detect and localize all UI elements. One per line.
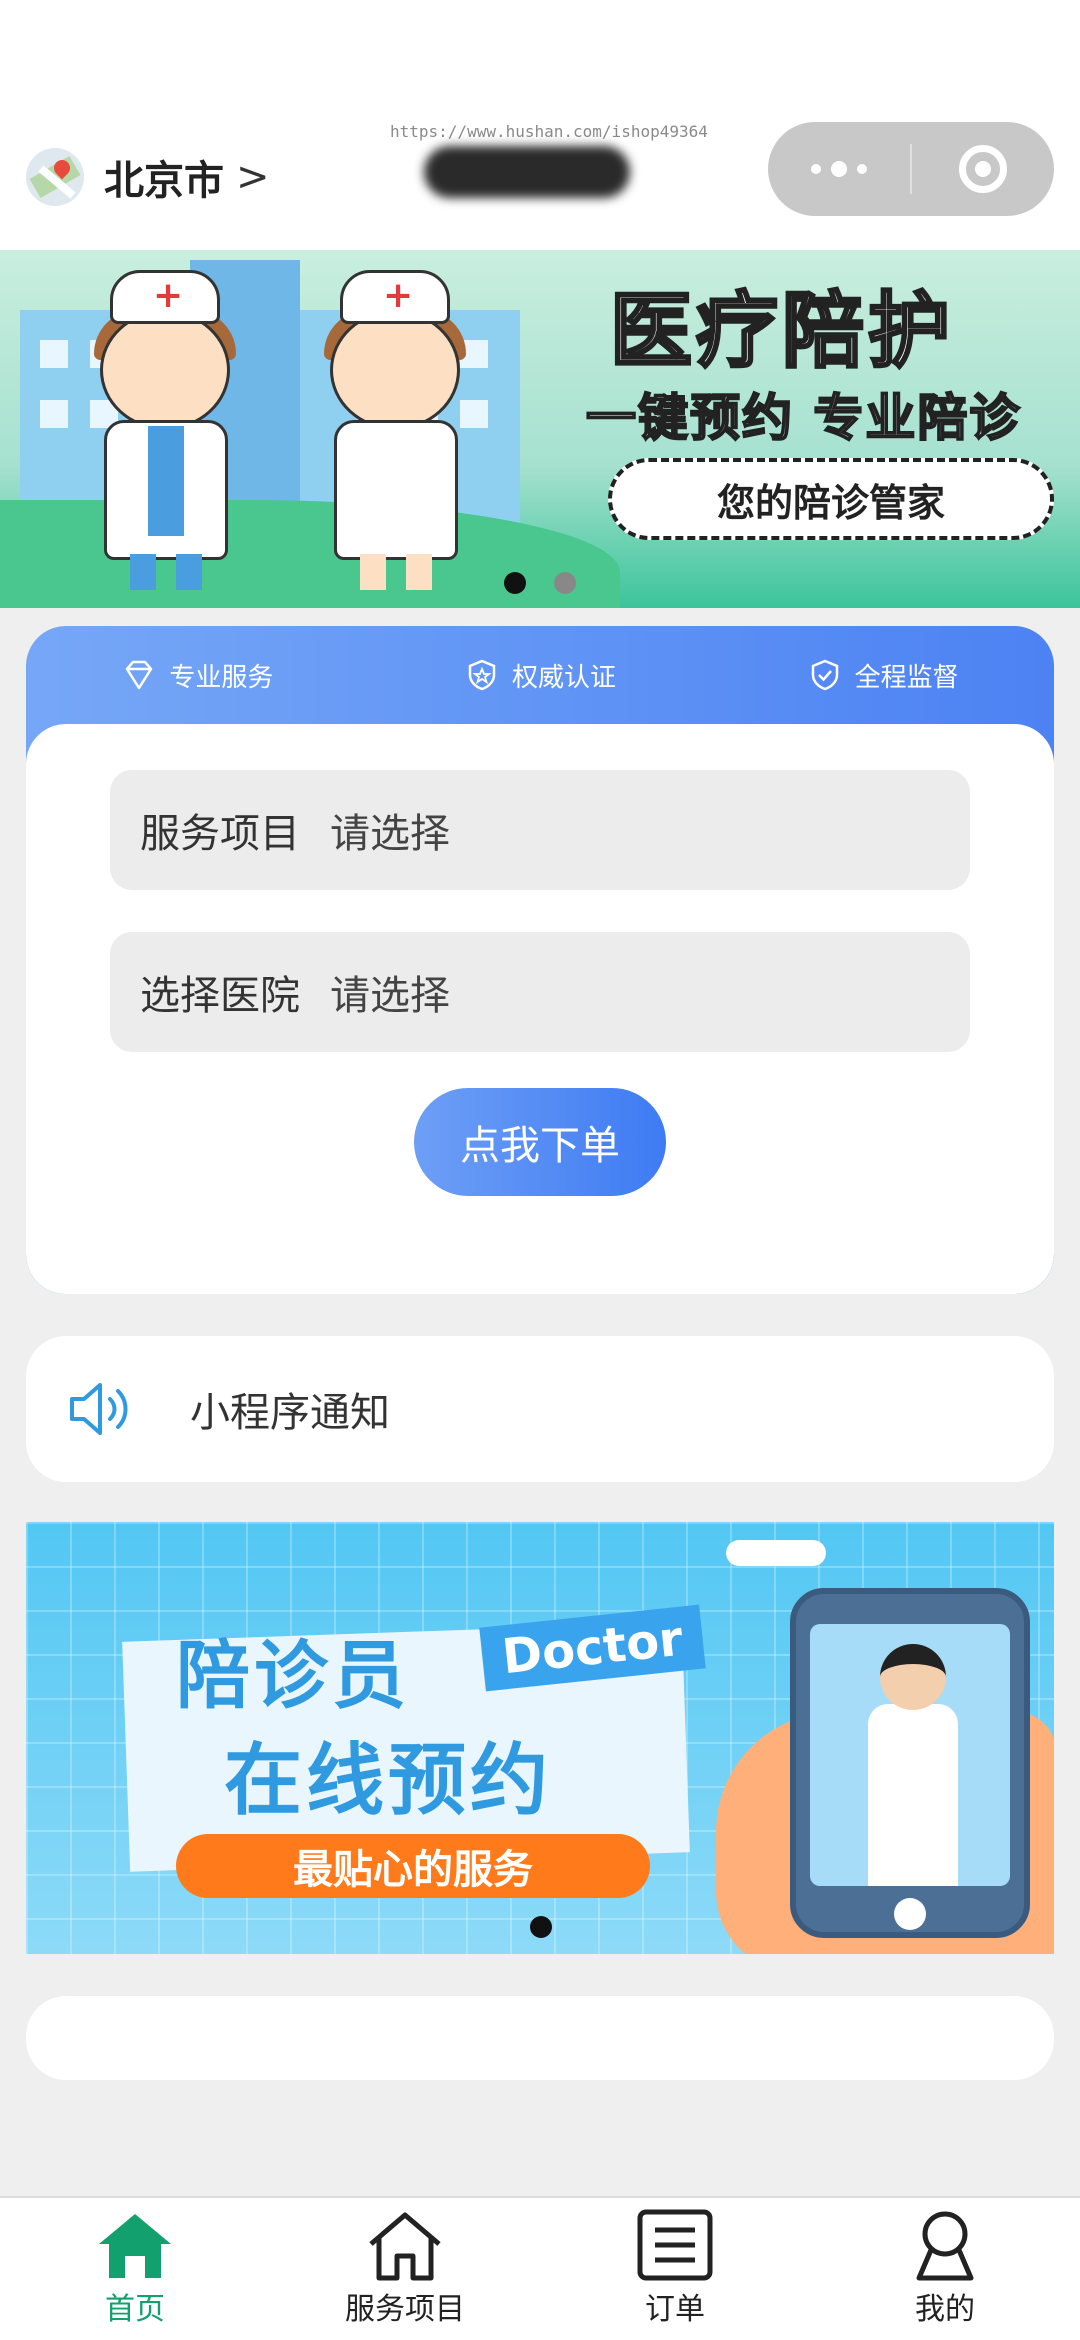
cloud-decoration <box>726 1540 826 1566</box>
promo-title-line2: 在线预约 <box>224 1736 553 1826</box>
badge-authority-certified: 权威认证 <box>464 657 616 694</box>
content-card-placeholder <box>26 1996 1054 2080</box>
hospital-select-label: 选择医院 <box>140 973 300 1019</box>
shield-check-icon <box>811 659 838 691</box>
tab-orders[interactable]: 订单 <box>540 2198 810 2340</box>
phone-doctor-illustration <box>790 1588 1030 1938</box>
banner-subtitle: 一键预约 专业陪诊 <box>585 388 1022 448</box>
notice-text: 小程序通知 <box>190 1390 390 1436</box>
city-label: 北京市 <box>104 158 224 204</box>
chevron-right-icon: > <box>236 154 270 200</box>
feature-badges: 专业服务 权威认证 全程监督 <box>26 626 1054 724</box>
banner-slogan: 您的陪诊管家 <box>608 458 1054 540</box>
place-order-button[interactable]: 点我下单 <box>414 1088 666 1196</box>
order-card: 专业服务 权威认证 全程监督 服务项目 请选择 选择医院 请选择 点我下单 <box>26 626 1054 1294</box>
nurse-illustration <box>300 270 500 590</box>
notice-bar[interactable]: 小程序通知 <box>26 1336 1054 1482</box>
more-menu-icon[interactable] <box>768 161 910 177</box>
speaker-icon <box>70 1383 128 1435</box>
promo-banner-carousel[interactable]: 陪诊员 Doctor 在线预约 最贴心的服务 <box>26 1522 1054 1954</box>
badge-label: 全程监督 <box>854 662 959 693</box>
carousel-dot <box>554 572 576 594</box>
hospital-select[interactable]: 选择医院 请选择 <box>110 932 970 1052</box>
badge-full-supervision: 全程监督 <box>807 657 959 694</box>
carousel-dot-active <box>530 1916 552 1938</box>
bottom-tab-bar: 首页 服务项目 订单 我的 <box>0 2196 1080 2340</box>
order-form: 服务项目 请选择 选择医院 请选择 点我下单 <box>26 724 1054 1294</box>
diamond-icon <box>126 660 153 690</box>
banner-title: 医疗陪护 <box>608 283 955 381</box>
shield-star-icon <box>468 659 496 691</box>
hospital-select-placeholder: 请选择 <box>330 973 450 1019</box>
badge-professional-service: 专业服务 <box>121 657 273 694</box>
user-icon <box>916 2211 974 2281</box>
map-icon <box>26 148 84 206</box>
tab-home[interactable]: 首页 <box>0 2198 270 2340</box>
service-select-label: 服务项目 <box>140 811 300 857</box>
doctor-illustration <box>70 270 270 590</box>
badge-label: 权威认证 <box>511 662 616 693</box>
close-miniprogram-icon[interactable] <box>912 145 1054 193</box>
list-icon <box>637 2209 713 2281</box>
service-select[interactable]: 服务项目 请选择 <box>110 770 970 890</box>
promo-title-line1: 陪诊员 <box>176 1633 410 1719</box>
service-select-placeholder: 请选择 <box>330 811 450 857</box>
carousel-dot-active <box>504 572 526 594</box>
tab-services[interactable]: 服务项目 <box>270 2198 540 2340</box>
top-banner-carousel[interactable]: 医疗陪护 一键预约 专业陪诊 您的陪诊管家 <box>0 250 1080 608</box>
promo-slogan: 最贴心的服务 <box>176 1834 650 1898</box>
badge-label: 专业服务 <box>169 662 274 693</box>
tab-label: 订单 <box>645 2292 705 2327</box>
watermark-text: https://www.hushan.com/ishop49364 <box>390 122 708 141</box>
header-bar: https://www.hushan.com/ishop49364 北京市 > <box>0 0 1080 250</box>
miniprogram-capsule <box>768 122 1054 216</box>
location-selector[interactable]: 北京市 > <box>26 148 270 206</box>
page-title-redacted <box>424 146 630 198</box>
tab-label: 我的 <box>915 2292 975 2327</box>
home-outline-icon <box>369 2212 441 2281</box>
tab-label: 首页 <box>105 2292 165 2327</box>
tab-label: 服务项目 <box>345 2292 465 2327</box>
tab-mine[interactable]: 我的 <box>810 2198 1080 2340</box>
home-filled-icon <box>99 2214 171 2278</box>
carousel-indicator <box>504 572 576 594</box>
